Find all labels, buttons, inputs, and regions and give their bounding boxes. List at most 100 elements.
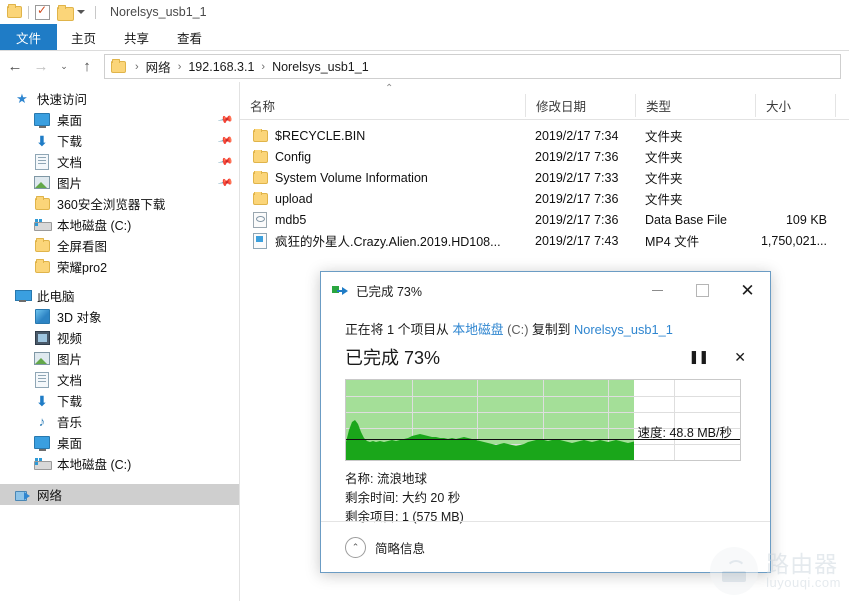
pin-icon[interactable]: 📌 — [217, 112, 232, 127]
back-button[interactable]: ← — [4, 56, 26, 78]
quick-access-toolbar[interactable] — [0, 4, 102, 20]
table-row[interactable]: System Volume Information 2019/2/17 7:33… — [240, 167, 849, 188]
op-count: 1 — [387, 322, 394, 337]
file-name-label: $RECYCLE.BIN — [275, 129, 365, 143]
file-date-cell: 2019/2/17 7:36 — [525, 213, 635, 227]
new-folder-icon[interactable] — [57, 4, 73, 20]
file-size-cell: 1,750,021... — [755, 234, 835, 248]
pin-icon[interactable]: 📌 — [217, 175, 232, 190]
file-name-cell[interactable]: System Volume Information — [240, 171, 525, 185]
file-date-cell: 2019/2/17 7:34 — [525, 129, 635, 143]
tab-file[interactable]: 文件 — [0, 24, 57, 50]
sidebar-item-downloads-pc[interactable]: ⬇ 下载 — [0, 390, 239, 411]
op-source-link[interactable]: 本地磁盘 — [452, 322, 503, 337]
recent-locations-button[interactable]: ⌄ — [56, 56, 72, 78]
copy-progress-dialog[interactable]: 已完成 73% ✕ 正在将 1 个项目从 本地磁盘 (C:) 复制到 Norel… — [320, 271, 771, 573]
file-name-cell[interactable]: upload — [240, 192, 525, 206]
file-date-cell: 2019/2/17 7:36 — [525, 192, 635, 206]
file-name-cell[interactable]: 疯狂的外星人.Crazy.Alien.2019.HD108... — [240, 231, 525, 250]
sidebar-item-local-disk-c[interactable]: 本地磁盘 (C:) — [0, 214, 239, 235]
table-row[interactable]: upload 2019/2/17 7:36 文件夹 — [240, 188, 849, 209]
breadcrumb[interactable]: › 网络 › 192.168.3.1 › Norelsys_usb1_1 — [104, 54, 841, 79]
sidebar-item-label: 图片 — [57, 173, 82, 192]
sidebar-item-pictures-pc[interactable]: 图片 — [0, 348, 239, 369]
crumb-sep-1: › — [173, 61, 187, 73]
table-row[interactable]: 疯狂的外星人.Crazy.Alien.2019.HD108... 2019/2/… — [240, 230, 849, 251]
breadcrumb-host[interactable]: 192.168.3.1 — [186, 60, 256, 74]
breadcrumb-share[interactable]: Norelsys_usb1_1 — [270, 60, 371, 74]
less-details-label[interactable]: 简略信息 — [375, 538, 425, 557]
table-row[interactable]: $RECYCLE.BIN 2019/2/17 7:34 文件夹 — [240, 125, 849, 146]
sidebar-group-quick-access[interactable]: ★ 快速访问 — [0, 88, 239, 109]
sidebar-group-label: 快速访问 — [37, 89, 87, 108]
column-headers: 名称 修改日期 类型 大小 — [240, 94, 849, 120]
pause-button[interactable]: ❚❚ — [688, 349, 708, 365]
file-name-cell[interactable]: $RECYCLE.BIN — [240, 129, 525, 143]
up-button[interactable]: ↑ — [76, 56, 98, 78]
sidebar-item-downloads[interactable]: ⬇ 下载 📌 — [0, 130, 239, 151]
sidebar-item-3d-objects[interactable]: 3D 对象 — [0, 306, 239, 327]
op-target-link[interactable]: Norelsys_usb1_1 — [574, 322, 673, 337]
sidebar-item-label: 文档 — [57, 370, 82, 389]
sidebar-item-label: 图片 — [57, 349, 82, 368]
sidebar-item-pictures[interactable]: 图片 📌 — [0, 172, 239, 193]
detail-time-remaining: 剩余时间: 大约 20 秒 — [345, 489, 746, 508]
file-type-cell: 文件夹 — [635, 126, 755, 145]
3d-objects-icon — [34, 309, 50, 325]
sidebar-item-label: 下载 — [57, 131, 82, 150]
tab-share[interactable]: 共享 — [110, 24, 163, 50]
customize-qat-icon[interactable] — [77, 10, 85, 14]
sidebar-item-documents-pc[interactable]: 文档 — [0, 369, 239, 390]
column-header-name[interactable]: 名称 — [240, 94, 525, 117]
column-header-type[interactable]: 类型 — [635, 94, 755, 117]
copy-icon — [332, 285, 348, 297]
dialog-maximize-button[interactable] — [680, 272, 725, 309]
folder-icon — [252, 130, 268, 142]
sidebar-item-desktop[interactable]: 桌面 📌 — [0, 109, 239, 130]
detail-name: 名称: 流浪地球 — [345, 470, 746, 489]
folder-icon — [34, 238, 50, 254]
cancel-transfer-button[interactable]: ✕ — [734, 349, 746, 366]
file-name-cell[interactable]: mdb5 — [240, 212, 525, 228]
navigation-pane[interactable]: ★ 快速访问 桌面 📌 ⬇ 下载 📌 文档 📌 图片 📌 360安全浏览器下载 — [0, 82, 240, 601]
file-name-label: upload — [275, 192, 313, 206]
sidebar-item-network[interactable]: 网络 — [0, 484, 239, 505]
sidebar-item-music[interactable]: ♪ 音乐 — [0, 411, 239, 432]
pin-icon[interactable]: 📌 — [217, 154, 232, 169]
window-title: Norelsys_usb1_1 — [110, 5, 207, 19]
sidebar-item-local-disk-c-pc[interactable]: 本地磁盘 (C:) — [0, 453, 239, 474]
dialog-close-button[interactable]: ✕ — [725, 272, 770, 309]
sidebar-item-fullscreen-viewer[interactable]: 全屏看图 — [0, 235, 239, 256]
title-bar: Norelsys_usb1_1 — [0, 0, 849, 24]
table-row[interactable]: mdb5 2019/2/17 7:36 Data Base File 109 K… — [240, 209, 849, 230]
properties-icon[interactable] — [35, 4, 51, 20]
sidebar-item-documents[interactable]: 文档 📌 — [0, 151, 239, 172]
file-name-cell[interactable]: Config — [240, 150, 525, 164]
chevron-up-icon[interactable]: ⌃ — [345, 537, 366, 558]
sidebar-item-videos[interactable]: 视频 — [0, 327, 239, 348]
sidebar-item-desktop-pc[interactable]: 桌面 — [0, 432, 239, 453]
sidebar-item-label: 网络 — [37, 485, 62, 504]
folder-icon — [34, 259, 50, 275]
sidebar-item-label: 360安全浏览器下载 — [57, 194, 165, 213]
tab-home[interactable]: 主页 — [57, 24, 110, 50]
sidebar-item-honor-pro2[interactable]: 荣耀pro2 — [0, 256, 239, 277]
file-type-cell: MP4 文件 — [635, 231, 755, 250]
explorer-icon[interactable] — [6, 4, 22, 20]
tab-view[interactable]: 查看 — [163, 24, 216, 50]
table-row[interactable]: Config 2019/2/17 7:36 文件夹 — [240, 146, 849, 167]
dialog-minimize-button[interactable] — [635, 272, 680, 309]
sidebar-group-this-pc[interactable]: 此电脑 — [0, 285, 239, 306]
column-header-end — [835, 94, 836, 117]
forward-button[interactable]: → — [30, 56, 52, 78]
sidebar-item-360-browser-downloads[interactable]: 360安全浏览器下载 — [0, 193, 239, 214]
sidebar-item-label: 全屏看图 — [57, 236, 107, 255]
file-type-cell: 文件夹 — [635, 189, 755, 208]
dialog-footer[interactable]: ⌃ 简略信息 — [321, 521, 770, 572]
pin-icon[interactable]: 📌 — [217, 133, 232, 148]
op-prefix: 正在将 — [345, 322, 383, 337]
sort-ascending-icon: ⌃ — [385, 84, 393, 94]
column-header-date[interactable]: 修改日期 — [525, 94, 635, 117]
column-header-size[interactable]: 大小 — [755, 94, 835, 117]
breadcrumb-network[interactable]: 网络 — [144, 57, 173, 76]
